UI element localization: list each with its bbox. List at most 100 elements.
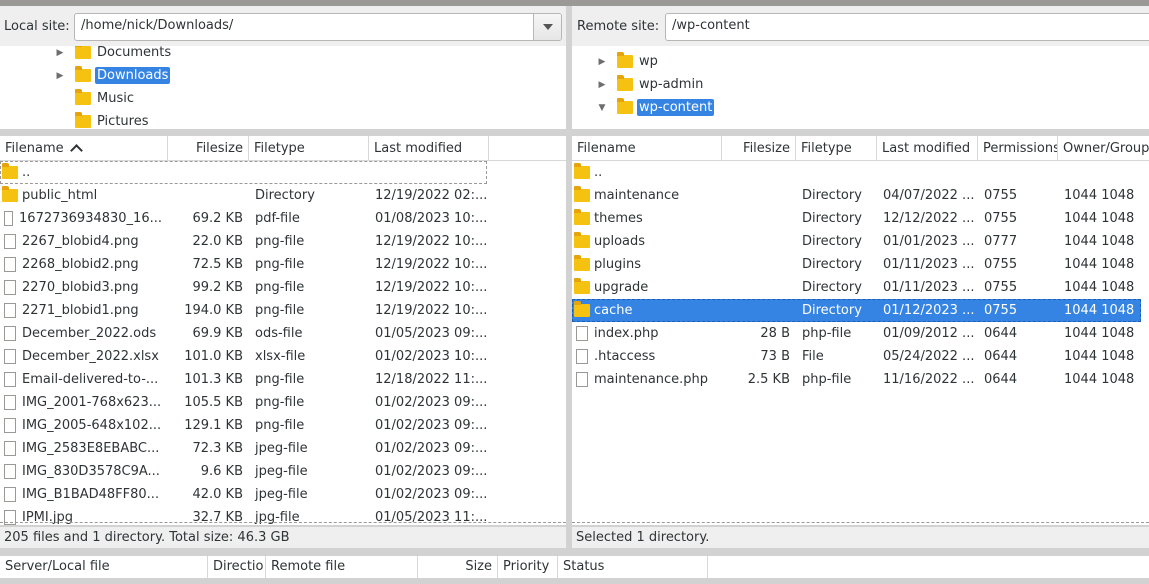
column-header-owner-group[interactable]: Owner/Group bbox=[1058, 136, 1149, 161]
queue-column-remote-file[interactable]: Remote file bbox=[266, 556, 418, 578]
column-header-last-modified[interactable]: Last modified bbox=[369, 136, 489, 161]
cell-modified: 12/12/2022 ... bbox=[883, 211, 975, 226]
file-row[interactable]: December_2022.xlsx 101.0 KB xlsx-file 01/02… bbox=[0, 345, 566, 368]
file-row[interactable]: 2267_blobid4.png 22.0 KB png-file 12/19/202… bbox=[0, 230, 566, 253]
remote-directory-tree[interactable]: ▶ wp ▶ wp-admin ▼ wp-content bbox=[572, 46, 1149, 129]
file-row[interactable]: 1672736934830_16... 69.2 KB pdf-file 01/08/… bbox=[0, 207, 566, 230]
parent-directory-row[interactable]: .. bbox=[0, 161, 487, 184]
cell-modified: 01/09/2012 ... bbox=[883, 326, 975, 341]
local-site-dropdown-button[interactable] bbox=[533, 14, 561, 40]
cell-size: 129.1 KB bbox=[184, 418, 243, 433]
column-header-filename[interactable]: Filename bbox=[0, 136, 168, 161]
cell-name: IMG_830D3578C9A... bbox=[0, 460, 168, 483]
remote-file-list[interactable]: Filename Filesize Filetype Last modified… bbox=[572, 136, 1149, 525]
file-row[interactable]: public_html Directory 12/19/2022 02:... bbox=[0, 184, 566, 207]
remote-site-path-input[interactable]: /wp-content bbox=[665, 13, 1149, 41]
cell-owner: 1044 1048 bbox=[1064, 211, 1135, 226]
file-row[interactable]: IMG_2005-648x102... 129.1 KB png-file 01/02… bbox=[0, 414, 566, 437]
local-site-path-input[interactable]: /home/nick/Downloads/ bbox=[74, 13, 562, 41]
local-file-list[interactable]: Filename Filesize Filetype Last modified… bbox=[0, 136, 566, 525]
column-header-filesize[interactable]: Filesize bbox=[168, 136, 249, 161]
file-name: Email-delivered-to-... bbox=[22, 372, 159, 387]
cell-type: jpeg-file bbox=[255, 487, 308, 502]
file-name: IMG_830D3578C9A... bbox=[22, 464, 160, 479]
cell-name: plugins bbox=[572, 253, 722, 276]
tree-item-label: wp-admin bbox=[639, 77, 704, 92]
queue-column-status[interactable]: Status bbox=[558, 556, 708, 578]
cell-owner: 1044 1048 bbox=[1064, 234, 1135, 249]
file-row[interactable]: themes Directory 12/12/2022 ... 0755 1044 10… bbox=[572, 207, 1141, 230]
queue-column-priority[interactable]: Priority bbox=[498, 556, 558, 578]
cell-type: png-file bbox=[255, 418, 305, 433]
column-header-filename[interactable]: Filename bbox=[572, 136, 722, 161]
column-header-last-modified[interactable]: Last modified bbox=[877, 136, 978, 161]
file-row[interactable]: maintenance.php 2.5 KB php-file 11/16/2022 … bbox=[572, 368, 1141, 391]
file-row[interactable]: 2270_blobid3.png 99.2 KB png-file 12/19/202… bbox=[0, 276, 566, 299]
cell-type: File bbox=[802, 349, 824, 364]
file-row[interactable]: .htaccess 73 B File 05/24/2022 ... 0644 1044 … bbox=[572, 345, 1141, 368]
file-row[interactable]: 2268_blobid2.png 72.5 KB png-file 12/19/202… bbox=[0, 253, 566, 276]
cell-owner: 1044 1048 bbox=[1064, 188, 1135, 203]
cell-size bbox=[722, 184, 796, 207]
tree-item-wp-admin[interactable]: ▶ wp-admin bbox=[597, 73, 705, 96]
local-file-list-header: Filename Filesize Filetype Last modified bbox=[0, 136, 566, 161]
expander-right-icon[interactable]: ▶ bbox=[597, 57, 607, 67]
cell-perms: 0755 bbox=[984, 303, 1018, 318]
file-name: IMG_2583E8EBABC... bbox=[22, 441, 160, 456]
folder-icon bbox=[574, 301, 590, 317]
file-row[interactable]: cache Directory 01/12/2023 ... 0755 1044 104… bbox=[572, 299, 1141, 322]
file-row[interactable]: upgrade Directory 01/11/2023 ... 0755 1044 1… bbox=[572, 276, 1141, 299]
local-directory-tree[interactable]: ▶ Documents ▶ Downloads Music Pictures bbox=[0, 46, 566, 129]
cell-size: 69.9 KB bbox=[192, 326, 243, 341]
column-header-filetype[interactable]: Filetype bbox=[249, 136, 369, 161]
column-header-filesize[interactable]: Filesize bbox=[722, 136, 796, 161]
column-header-filetype[interactable]: Filetype bbox=[796, 136, 877, 161]
file-row[interactable]: plugins Directory 01/11/2023 ... 0755 1044 1… bbox=[572, 253, 1141, 276]
tree-item-documents[interactable]: ▶ Documents bbox=[55, 46, 173, 64]
cell-size: 69.2 KB bbox=[192, 211, 243, 226]
cell-perms: 0644 bbox=[984, 372, 1018, 387]
queue-column-server-local-file[interactable]: Server/Local file bbox=[0, 556, 208, 578]
file-row[interactable]: Email-delivered-to-... 101.3 KB png-file 12… bbox=[0, 368, 566, 391]
file-row[interactable]: maintenance Directory 04/07/2022 ... 0755 10… bbox=[572, 184, 1141, 207]
file-row[interactable]: index.php 28 B php-file 01/09/2012 ... 0644 1… bbox=[572, 322, 1141, 345]
expander-right-icon[interactable]: ▶ bbox=[55, 71, 65, 81]
cell-size: 9.6 KB bbox=[200, 464, 243, 479]
cell-type: jpeg-file bbox=[255, 464, 308, 479]
cell-type: pdf-file bbox=[255, 211, 300, 226]
expander-right-icon[interactable]: ▶ bbox=[597, 80, 607, 90]
cell-perms: 0755 bbox=[984, 211, 1018, 226]
cell-type bbox=[249, 161, 369, 184]
tree-item-downloads[interactable]: ▶ Downloads bbox=[55, 64, 171, 87]
tree-item-label: Music bbox=[97, 91, 134, 106]
queue-column-size[interactable]: Size bbox=[418, 556, 498, 578]
file-row[interactable]: IMG_830D3578C9A... 9.6 KB jpeg-file 01/02/2… bbox=[0, 460, 566, 483]
cell-type: png-file bbox=[255, 257, 305, 272]
file-row[interactable]: IMG_B1BAD48FF80... 42.0 KB jpeg-file 01/02/… bbox=[0, 483, 566, 506]
column-header-permissions[interactable]: Permissions bbox=[978, 136, 1058, 161]
cell-modified: 01/02/2023 09:... bbox=[375, 487, 488, 502]
file-row[interactable]: December_2022.ods 69.9 KB ods-file 01/05/20… bbox=[0, 322, 566, 345]
remote-status-bar: Selected 1 directory. bbox=[572, 527, 1149, 548]
file-row[interactable]: IMG_2583E8EBABC... 72.3 KB jpeg-file 01/02/… bbox=[0, 437, 566, 460]
expander-right-icon[interactable]: ▶ bbox=[55, 48, 65, 58]
cell-size bbox=[168, 184, 249, 207]
file-row[interactable]: 2271_blobid1.png 194.0 KB png-file 12/19/20… bbox=[0, 299, 566, 322]
remote-site-path-text: /wp-content bbox=[672, 18, 750, 33]
queue-column-direction[interactable]: Directio bbox=[208, 556, 266, 578]
file-row[interactable]: IMG_2001-768x623... 105.5 KB png-file 01/02… bbox=[0, 391, 566, 414]
file-row[interactable]: uploads Directory 01/01/2023 ... 0777 1044 1… bbox=[572, 230, 1141, 253]
tree-item-wp-content[interactable]: ▼ wp-content bbox=[597, 96, 715, 119]
cell-modified: 12/19/2022 10:... bbox=[375, 257, 488, 272]
parent-directory-row[interactable]: .. bbox=[572, 161, 1141, 184]
expander-down-icon[interactable]: ▼ bbox=[597, 103, 607, 113]
cell-owner: 1044 1048 bbox=[1064, 303, 1135, 318]
folder-icon bbox=[75, 66, 91, 82]
cell-modified: 12/19/2022 10:... bbox=[375, 280, 488, 295]
tree-item-pictures[interactable]: Pictures bbox=[55, 110, 150, 129]
tree-item-music[interactable]: Music bbox=[55, 87, 136, 110]
tree-item-wp[interactable]: ▶ wp bbox=[597, 50, 660, 73]
cell-perms: 0755 bbox=[984, 280, 1018, 295]
file-name: 2270_blobid3.png bbox=[22, 280, 139, 295]
